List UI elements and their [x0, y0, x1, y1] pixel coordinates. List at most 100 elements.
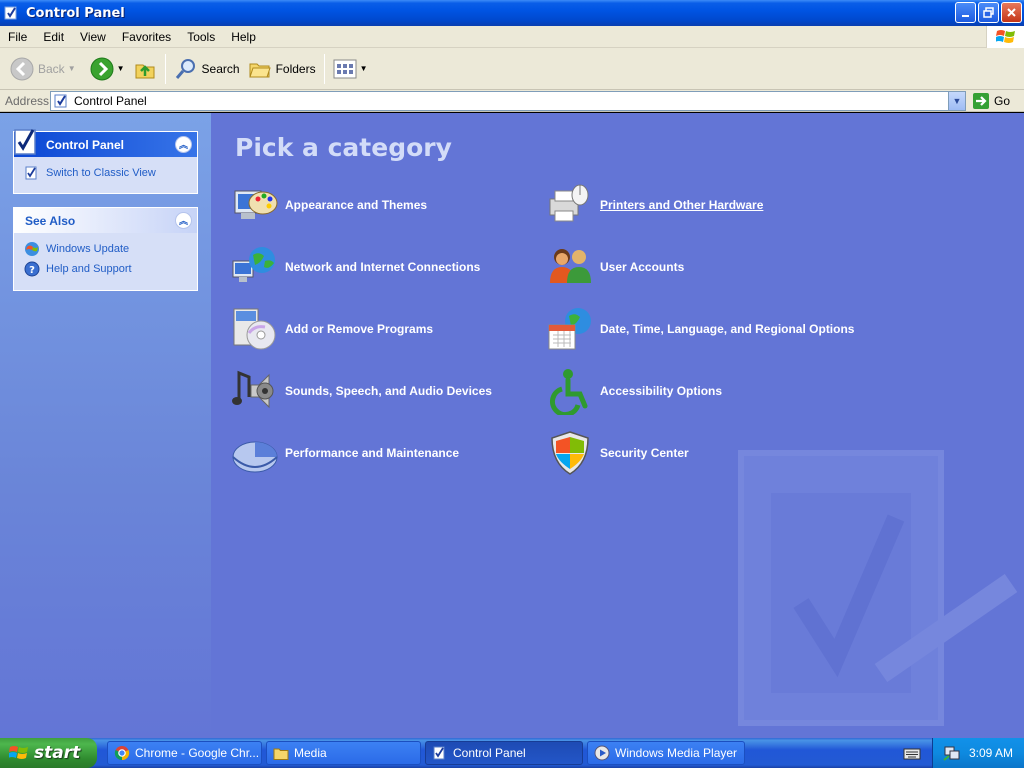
see-also-box-header[interactable]: See Also ︽	[14, 208, 197, 233]
toolbar: Back ▼ ▼ Search Folders ▼	[0, 48, 1024, 90]
close-button[interactable]	[1001, 2, 1022, 23]
close-icon	[1007, 8, 1016, 17]
minimize-icon	[961, 14, 969, 17]
menu-tools[interactable]: Tools	[179, 30, 223, 44]
category-accessibility-options[interactable]: Accessibility Options	[546, 367, 722, 415]
taskbar-item-control-panel[interactable]: Control Panel	[425, 741, 583, 765]
search-icon	[175, 58, 195, 79]
category-network-and-internet[interactable]: Network and Internet Connections	[231, 243, 480, 291]
views-icon	[333, 59, 357, 78]
taskbar-item-media[interactable]: Media	[266, 741, 421, 765]
minimize-button[interactable]	[955, 2, 976, 23]
windows-logo-icon	[986, 26, 1024, 48]
restore-button[interactable]	[978, 2, 999, 23]
menu-bar: File Edit View Favorites Tools Help	[0, 26, 1024, 48]
folder-icon	[273, 748, 289, 760]
taskbar-item-label: Windows Media Player	[615, 746, 738, 760]
forward-arrow-icon	[90, 57, 114, 80]
media-player-icon	[594, 745, 610, 761]
accessibility-icon	[549, 369, 588, 415]
category-add-remove-label: Add or Remove Programs	[285, 322, 434, 336]
category-date-time-language-regional[interactable]: Date, Time, Language, and Regional Optio…	[546, 305, 854, 353]
page-title: Pick a category	[235, 133, 452, 162]
taskbar-item-label: Chrome - Google Chr...	[135, 746, 260, 760]
forward-button[interactable]: ▼	[86, 52, 129, 86]
menu-edit[interactable]: Edit	[35, 30, 72, 44]
control-panel-icon	[4, 6, 17, 20]
switch-to-classic-view-link[interactable]: Switch to Classic View	[24, 163, 197, 183]
start-button[interactable]: start	[0, 738, 97, 768]
toolbar-separator	[164, 53, 166, 84]
collapse-button[interactable]: ︽	[175, 136, 192, 153]
windows-update-label: Windows Update	[46, 243, 130, 255]
up-folder-icon	[135, 64, 155, 78]
category-printers-and-hardware[interactable]: Printers and Other Hardware	[546, 181, 763, 229]
taskbar-item-label: Control Panel	[453, 746, 526, 760]
address-dropdown-button[interactable]: ▼	[948, 92, 965, 110]
up-folder-button[interactable]	[129, 52, 161, 86]
category-security-center[interactable]: Security Center	[546, 429, 689, 477]
category-sounds-speech-audio[interactable]: Sounds, Speech, and Audio Devices	[231, 367, 492, 415]
help-and-support-link[interactable]: ? Help and Support	[24, 259, 197, 279]
back-label: Back	[38, 61, 65, 76]
forward-dropdown-icon[interactable]: ▼	[117, 64, 125, 73]
control-panel-box-title: Control Panel	[46, 137, 125, 152]
user-accounts-icon	[550, 249, 591, 283]
category-security-label: Security Center	[600, 446, 689, 460]
go-label: Go	[994, 94, 1011, 108]
category-appearance-label: Appearance and Themes	[285, 198, 428, 212]
menu-help[interactable]: Help	[223, 30, 264, 44]
windows-logo-icon	[9, 746, 28, 759]
category-user-accounts-label: User Accounts	[600, 260, 685, 274]
category-printers-label: Printers and Other Hardware	[600, 198, 764, 212]
menu-file[interactable]: File	[0, 30, 35, 44]
clock[interactable]: 3:09 AM	[969, 746, 1013, 760]
views-dropdown-icon[interactable]: ▼	[360, 64, 368, 73]
category-appearance-and-themes[interactable]: Appearance and Themes	[231, 181, 427, 229]
date-time-regional-icon	[548, 308, 591, 350]
start-label: start	[34, 743, 81, 763]
taskbar-item-chrome[interactable]: Chrome - Google Chr...	[107, 741, 262, 765]
folders-label: Folders	[275, 61, 316, 76]
go-button[interactable]: Go	[972, 91, 1010, 111]
see-also-title: See Also	[25, 213, 76, 228]
control-panel-box-header[interactable]: Control Panel ︽	[14, 128, 197, 157]
menu-favorites[interactable]: Favorites	[114, 30, 179, 44]
address-value: Control Panel	[74, 94, 147, 108]
category-performance-label: Performance and Maintenance	[285, 446, 460, 460]
back-dropdown-icon[interactable]: ▼	[68, 64, 76, 73]
taskbar-item-windows-media-player[interactable]: Windows Media Player	[587, 741, 745, 765]
folders-button[interactable]: Folders	[244, 52, 320, 86]
category-view: Pick a category Appearance and Themes Ne…	[211, 113, 1024, 738]
control-panel-watermark-icon	[738, 450, 1018, 726]
keyboard-language-icon[interactable]	[903, 746, 921, 760]
add-remove-programs-icon	[233, 308, 276, 350]
back-arrow-icon	[10, 57, 34, 80]
back-button[interactable]: Back ▼	[6, 52, 80, 86]
appearance-themes-icon	[234, 190, 278, 219]
windows-update-link[interactable]: Windows Update	[24, 239, 197, 259]
title-bar[interactable]: Control Panel	[0, 0, 1024, 26]
search-label: Search	[201, 61, 240, 76]
address-field[interactable]: Control Panel ▼	[50, 91, 966, 111]
category-performance-and-maintenance[interactable]: Performance and Maintenance	[231, 429, 459, 477]
collapse-button[interactable]: ︽	[175, 212, 192, 229]
search-button[interactable]: Search	[170, 52, 244, 86]
category-accessibility-label: Accessibility Options	[600, 384, 723, 398]
network-status-icon[interactable]	[943, 744, 961, 762]
window-title: Control Panel	[26, 5, 125, 21]
chevron-up-icon: ︽	[178, 216, 188, 226]
svg-text:?: ?	[29, 265, 35, 276]
control-panel-icon	[14, 128, 36, 155]
category-user-accounts[interactable]: User Accounts	[546, 243, 684, 291]
views-button[interactable]: ▼	[329, 52, 372, 86]
category-add-or-remove-programs[interactable]: Add or Remove Programs	[231, 305, 433, 353]
menu-view[interactable]: View	[72, 30, 114, 44]
classic-view-icon	[25, 166, 37, 180]
category-date-time-label: Date, Time, Language, and Regional Optio…	[600, 322, 855, 336]
chevron-up-icon: ︽	[178, 140, 188, 150]
taskbar: start Chrome - Google Chr... Media Contr…	[0, 738, 1024, 768]
control-panel-icon	[433, 746, 445, 760]
help-icon: ?	[24, 261, 40, 277]
system-tray: 3:09 AM	[932, 738, 1024, 768]
